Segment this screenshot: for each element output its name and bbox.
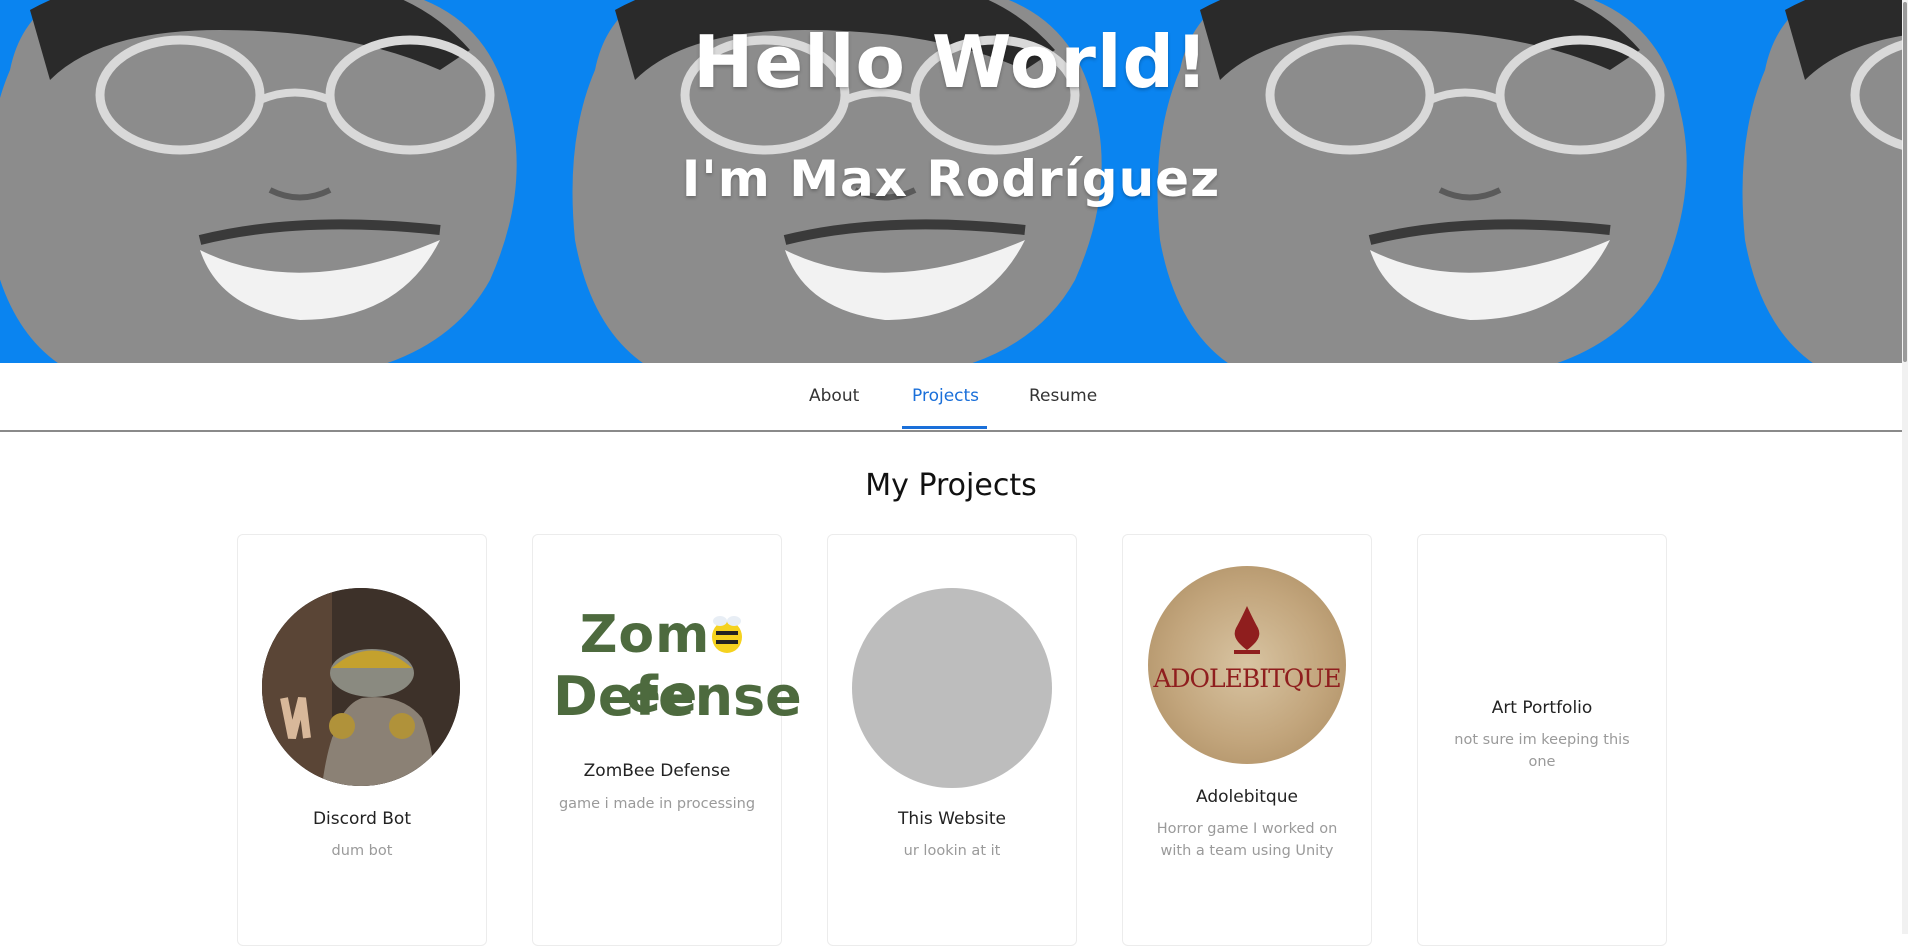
logo-text: ADOLEBITQUE bbox=[1153, 664, 1341, 693]
tab-about[interactable]: About bbox=[809, 363, 859, 430]
project-image-placeholder bbox=[852, 588, 1052, 788]
project-card-art-portfolio[interactable]: Art Portfolio not sure im keeping this o… bbox=[1417, 534, 1667, 946]
project-title: This Website bbox=[898, 809, 1006, 829]
project-title: Adolebitque bbox=[1196, 787, 1298, 807]
project-card-this-website[interactable]: This Website ur lookin at it bbox=[827, 534, 1077, 946]
project-title: ZomBee Defense bbox=[583, 761, 731, 781]
tab-resume[interactable]: Resume bbox=[1029, 363, 1097, 430]
page-scrollbar[interactable] bbox=[1902, 0, 1908, 934]
nav-bar: About Projects Resume bbox=[0, 363, 1902, 432]
project-description: dum bot bbox=[331, 843, 393, 859]
project-title: Discord Bot bbox=[312, 809, 412, 829]
project-card-zombee-defense[interactable]: Zomee Defense ZomBee Defense game i made… bbox=[532, 534, 802, 946]
adolebitque-logo: ADOLEBITQUE bbox=[1148, 566, 1346, 764]
project-description: Horror game I worked on with a team usin… bbox=[1156, 821, 1338, 859]
section-title: My Projects bbox=[865, 468, 1037, 503]
hero-subtitle: I'm Max Rodríguez bbox=[681, 150, 1221, 208]
project-description: ur lookin at it bbox=[903, 843, 1001, 859]
project-image bbox=[262, 588, 460, 786]
scrollbar-thumb[interactable] bbox=[1903, 2, 1907, 362]
project-description: game i made in processing bbox=[558, 796, 756, 812]
hero-title: Hello World! bbox=[693, 20, 1209, 104]
project-card-discord-bot[interactable]: Discord Bot dum bot bbox=[237, 534, 487, 946]
active-tab-indicator bbox=[902, 426, 987, 429]
project-photo bbox=[262, 588, 460, 786]
logo-text: Zom bbox=[579, 605, 711, 665]
tab-projects[interactable]: Projects bbox=[912, 363, 979, 430]
logo-text: Defense bbox=[553, 665, 802, 728]
project-description: not sure im keeping this one bbox=[1454, 732, 1630, 770]
project-card-adolebitque[interactable]: ADOLEBITQUE Adolebitque Horror game I wo… bbox=[1122, 534, 1372, 946]
hero-banner: Hello World! I'm Max Rodríguez bbox=[0, 0, 1902, 363]
bee-icon bbox=[710, 608, 744, 653]
project-title: Art Portfolio bbox=[1491, 698, 1593, 718]
zombee-logo: Zomee Defense bbox=[553, 605, 802, 735]
